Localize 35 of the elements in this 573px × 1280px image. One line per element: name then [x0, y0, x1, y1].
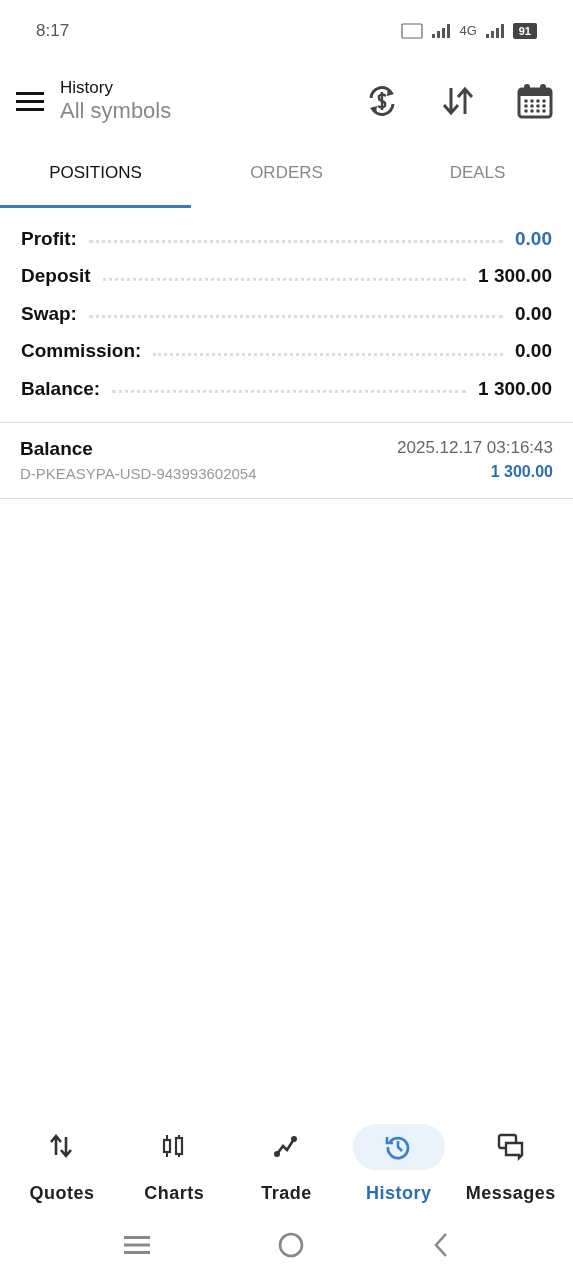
summary-value: 1 300.00 [478, 264, 552, 288]
summary-value: 1 300.00 [478, 376, 552, 401]
nav-item[interactable]: Charts [119, 1120, 230, 1220]
deal-time: 2025.12.17 03:16:43 [397, 436, 553, 459]
summary-label: Commission: [21, 339, 142, 363]
menu-icon[interactable] [16, 90, 44, 112]
screen-title: History [60, 77, 114, 98]
clock-time: 8:17 [36, 20, 70, 43]
nav-item[interactable]: Trade [231, 1120, 342, 1220]
signal-icon [484, 23, 505, 39]
back-icon[interactable] [432, 1232, 449, 1258]
deal-type: Balance [20, 436, 94, 461]
deal-amount: 1 300.00 [489, 462, 553, 482]
nav-item[interactable]: Messages [455, 1120, 566, 1220]
sort-icon[interactable] [441, 84, 475, 118]
nav-item[interactable]: Quotes [7, 1120, 118, 1220]
summary-value: 0.00 [515, 339, 552, 363]
network-type: 4G [459, 22, 477, 41]
symbol-filter[interactable]: All symbols [60, 98, 172, 125]
summary-label: Balance: [21, 376, 101, 401]
summary-label: Swap: [21, 301, 77, 326]
signal-icon [431, 23, 452, 39]
summary-value: 0.00 [515, 301, 552, 326]
home-icon[interactable] [278, 1232, 305, 1258]
tab[interactable]: POSITIONS [0, 140, 191, 208]
tab[interactable]: ORDERS [191, 140, 382, 208]
deal-comment: D-PKEASYPA-USD-943993602054 [20, 464, 257, 484]
summary-label: Profit: [21, 226, 77, 251]
chat-icon [496, 1133, 525, 1161]
summary-value: 0.00 [515, 226, 552, 251]
nav-item[interactable]: History [343, 1120, 454, 1220]
summary-label: Deposit [21, 264, 91, 288]
calendar-icon[interactable] [517, 83, 553, 119]
tab[interactable]: DEALS [382, 140, 573, 208]
battery-level: 91 [512, 22, 537, 40]
